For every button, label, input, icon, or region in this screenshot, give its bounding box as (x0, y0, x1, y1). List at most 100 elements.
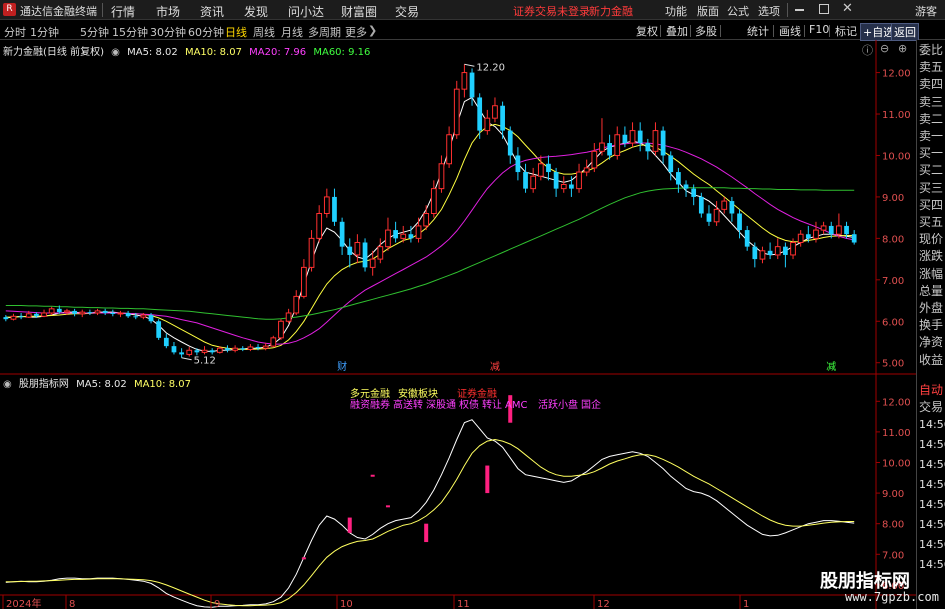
close-icon[interactable]: ✕ (842, 1, 853, 16)
candle-up (48, 308, 55, 314)
side-label: 买一 (919, 146, 944, 161)
tab-more[interactable]: 更多 (345, 24, 367, 40)
tab-60min[interactable]: 60分钟 (188, 24, 224, 40)
candle-down (87, 312, 93, 314)
menu-ask[interactable]: 问小达 (288, 3, 324, 20)
candle-up (216, 347, 223, 353)
candle-down (744, 230, 750, 247)
tab-15min[interactable]: 15分钟 (112, 24, 148, 40)
more-dropdown-icon[interactable]: ❯ (368, 24, 377, 37)
candle-up (262, 345, 269, 349)
candle-up (560, 183, 567, 190)
tab-intraday[interactable]: 分时 (4, 24, 26, 40)
menu-bar: R 通达信金融终端 行情 市场 资讯 发现 问小达 财富圈 交易 证券交易未登录… (0, 0, 945, 20)
candle-down (393, 230, 398, 239)
ma-line-ma20 (5, 142, 855, 345)
candle-down (767, 250, 773, 255)
candle-down (828, 225, 834, 235)
candle-down (34, 313, 39, 317)
candle-up (774, 246, 781, 256)
tab-monthly[interactable]: 月线 (281, 24, 303, 40)
ma-line-ma10 (5, 123, 855, 350)
candle-up (354, 242, 361, 256)
btn-overlay[interactable]: 叠加 (664, 23, 690, 39)
concept-tag: 国企 (581, 398, 601, 411)
menu-layout[interactable]: 版面 (697, 3, 719, 19)
menu-trade[interactable]: 交易 (395, 3, 419, 20)
btn-mark[interactable]: 标记 (833, 23, 859, 39)
menu-options[interactable]: 选项 (758, 3, 780, 19)
candle-up (713, 208, 720, 223)
x-tick-label: 11 (457, 599, 470, 609)
menu-discover[interactable]: 发现 (244, 3, 268, 20)
side-label: 外盘 (919, 301, 944, 315)
tab-1min[interactable]: 1分钟 (30, 24, 59, 40)
candle-down (515, 155, 521, 173)
btn-adjust[interactable]: 复权 (634, 23, 660, 39)
tab-daily[interactable]: 日线 (225, 24, 247, 40)
signal-bar (485, 465, 490, 494)
candle-down (125, 312, 131, 317)
candle-down (637, 130, 643, 144)
indicator-chart[interactable]: 12.0011.0010.009.008.007.006.00多元金融 安徽板块证… (0, 387, 916, 608)
tab-multi-period[interactable]: 多周期 (308, 24, 341, 40)
guest-label[interactable]: 游客 (915, 3, 937, 19)
low-pointer (181, 357, 192, 361)
candle-down (660, 130, 666, 156)
side-label: 涨幅 (919, 266, 944, 281)
candle-up (652, 130, 659, 152)
candle-up (614, 134, 621, 156)
btn-back[interactable]: 返回 (891, 23, 919, 41)
candle-down (752, 246, 758, 260)
candle-up (247, 346, 254, 350)
app-logo: R (3, 3, 16, 16)
menu-market[interactable]: 市场 (156, 3, 180, 20)
candle-up (25, 313, 32, 318)
btn-stats[interactable]: 统计 (745, 23, 771, 39)
candle-up (599, 142, 605, 152)
menu-news[interactable]: 资讯 (200, 3, 224, 20)
tab-weekly[interactable]: 周线 (253, 24, 275, 40)
candle-down (240, 348, 246, 350)
side-label: 买二 (919, 163, 944, 178)
btn-multi-stock[interactable]: 多股 (693, 23, 719, 39)
tick-time: 14:56 (919, 438, 945, 451)
tick-time: 14:56 (919, 558, 945, 571)
tab-30min[interactable]: 30分钟 (150, 24, 186, 40)
btn-draw[interactable]: 画线 (777, 23, 803, 39)
tab-5min[interactable]: 5分钟 (80, 24, 109, 40)
signal-dash (370, 474, 375, 477)
candle-down (783, 246, 788, 255)
charts-area[interactable]: 12.00 11.00 10.00 9.00 8.00 7.00 6.00 5.00 12.20… (0, 40, 916, 609)
candle-up (492, 105, 498, 119)
concept-tag: 证券金融 (457, 387, 497, 400)
candle-up (323, 196, 330, 214)
minimize-icon[interactable] (795, 9, 804, 11)
tick-time: 14:56 (919, 478, 945, 491)
candle-down (347, 246, 353, 255)
x-tick-label: 1 (743, 599, 749, 609)
candle-up (278, 320, 284, 339)
watermark-url: www.7gpzb.com (845, 590, 939, 604)
y-tick-label: 7.00 (882, 276, 904, 287)
candle-down (72, 310, 77, 314)
y-tick-label: 5.00 (882, 359, 904, 370)
candle-up (41, 312, 47, 317)
candle-up (423, 213, 430, 227)
date-axis: 2024年 8 9 10 11 12 1 (2, 595, 749, 609)
restore-icon[interactable] (819, 4, 829, 14)
concept-tag: 安徽板块 (398, 387, 438, 400)
candle-up (377, 246, 384, 260)
y-tick-label: 11.00 (882, 110, 911, 121)
menu-formula[interactable]: 公式 (727, 3, 749, 19)
menu-function[interactable]: 功能 (665, 3, 687, 19)
login-notice[interactable]: 证券交易未登录 (513, 3, 590, 19)
menu-wealth[interactable]: 财富圈 (341, 3, 377, 20)
side-label: 收益 (919, 352, 944, 367)
auto-trade-toggle[interactable]: 自动 (919, 382, 943, 399)
candle-down (698, 196, 704, 214)
candle-down (683, 184, 689, 189)
menu-quotes[interactable]: 行情 (111, 3, 135, 20)
high-pointer (464, 63, 475, 67)
btn-f10[interactable]: F10 (807, 23, 831, 36)
